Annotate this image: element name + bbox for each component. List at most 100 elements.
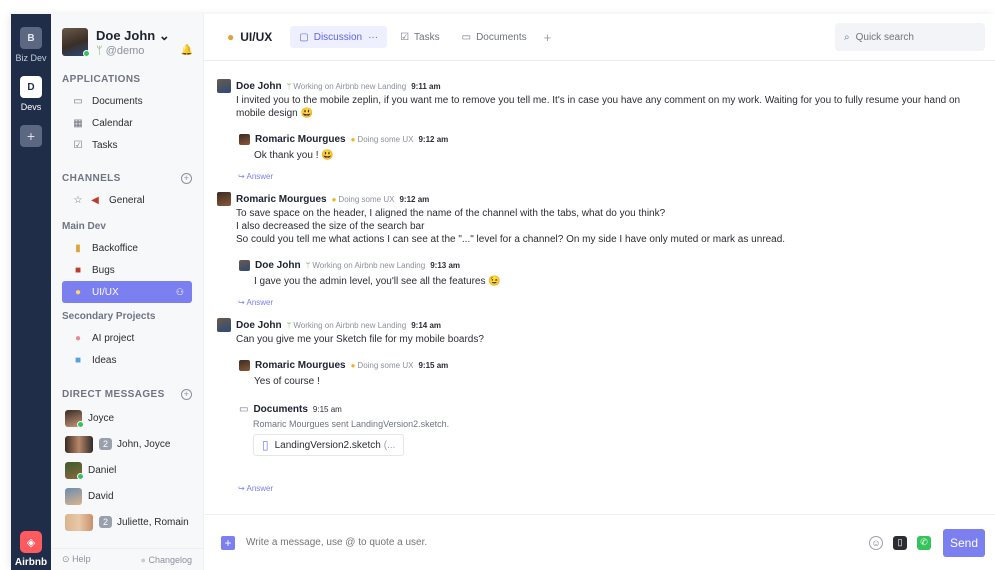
- tab-documents[interactable]: ▭ Documents: [453, 26, 536, 48]
- changelog-label: Changelog: [148, 554, 192, 565]
- help-link[interactable]: ⊙ Help: [62, 554, 91, 565]
- channel-title: ● UI/UX: [227, 30, 272, 44]
- online-status-icon: [83, 50, 90, 57]
- file-icon: ▯: [262, 438, 269, 452]
- answer-link[interactable]: ↪ Answer: [217, 172, 981, 184]
- workspace-tile[interactable]: D: [20, 76, 42, 98]
- sidebar-item-documents[interactable]: ▭ Documents: [51, 90, 203, 112]
- member-count-badge: 2: [99, 516, 113, 528]
- author-status: Doing some UX: [357, 134, 414, 144]
- workspace-tile[interactable]: B: [19, 27, 42, 49]
- send-button[interactable]: Send: [943, 528, 985, 557]
- airbnb-logo-icon[interactable]: ◈: [20, 531, 42, 553]
- message-line: I also decreased the size of the search …: [236, 221, 425, 232]
- search-input[interactable]: [855, 31, 966, 43]
- sidebar-item-calendar[interactable]: ▦ Calendar: [51, 112, 203, 134]
- sidebar-item-ideas[interactable]: ■ Ideas: [51, 349, 203, 371]
- folder-icon: ▭: [461, 31, 472, 43]
- section-title: CHANNELS: [62, 172, 121, 184]
- avatar[interactable]: [217, 192, 231, 206]
- changelog-link[interactable]: ● Changelog: [141, 555, 193, 565]
- workspace-biz-dev[interactable]: B Biz Dev: [15, 27, 47, 63]
- phone-call-icon[interactable]: ✆: [917, 535, 931, 550]
- sidebar-item-label: Bugs: [92, 264, 115, 276]
- document-icon[interactable]: ▯: [893, 535, 907, 550]
- add-attachment-button[interactable]: +: [221, 535, 235, 550]
- sidebar-item-ai-project[interactable]: ● AI project: [51, 327, 203, 349]
- workspace-airbnb[interactable]: ◈ Airbnb: [15, 531, 47, 568]
- answer-link[interactable]: ↪ Answer: [217, 298, 981, 310]
- sidebar-item-tasks[interactable]: ☑ Tasks: [51, 134, 203, 156]
- chevron-down-icon[interactable]: ⌄: [159, 28, 170, 43]
- members-icon[interactable]: ⚇: [176, 287, 184, 298]
- message: Romaric Mourgues ● Doing some UX 9:12 am …: [217, 192, 981, 310]
- answer-link[interactable]: ↪ Answer: [217, 484, 981, 496]
- avatar[interactable]: [239, 133, 250, 145]
- search-box[interactable]: ⌕: [835, 23, 985, 51]
- section-title: Main Dev: [62, 220, 106, 232]
- message-input[interactable]: [246, 537, 859, 548]
- reply-message: Doe John ᛘ Working on Airbnb new Landing …: [217, 258, 981, 288]
- dm-daniel[interactable]: Daniel: [51, 457, 203, 483]
- sidebar-item-ui-ux[interactable]: ● UI/UX ⚇: [62, 281, 192, 303]
- message: Doe John ᛘ Working on Airbnb new Landing …: [217, 318, 981, 496]
- section-main-dev: Main Dev: [51, 215, 203, 237]
- workspace-devs[interactable]: D Devs: [20, 76, 42, 112]
- add-tab-button[interactable]: +: [544, 30, 552, 45]
- tab-label: Documents: [476, 31, 527, 43]
- app-window: B Biz Dev D Devs + ◈ Airbnb Doe John ⌄ ᛘ…: [11, 14, 995, 570]
- message-time: 9:14 am: [411, 320, 441, 330]
- plant-icon: ᛘ: [286, 81, 292, 91]
- search-icon: ⌕: [844, 31, 850, 43]
- sidebar-item-bugs[interactable]: ■ Bugs: [51, 259, 203, 281]
- main-panel: ● UI/UX ▢ Discussion ··· ☑ Tasks ▭ Docum…: [204, 14, 995, 570]
- author-name[interactable]: Doe John: [236, 320, 282, 331]
- online-status-icon: [77, 420, 84, 428]
- message-text: Ok thank you ! 😃: [254, 150, 334, 161]
- avatar[interactable]: [239, 359, 250, 371]
- author-name[interactable]: Romaric Mourgues: [236, 194, 327, 205]
- more-options-icon[interactable]: ···: [368, 32, 378, 43]
- tab-discussion[interactable]: ▢ Discussion ···: [290, 26, 388, 48]
- message-text: I gave you the admin level, you'll see a…: [254, 276, 501, 287]
- add-channel-button[interactable]: +: [181, 172, 192, 184]
- emoji-icon: ●: [331, 194, 337, 204]
- message-time: 9:12 am: [418, 134, 449, 144]
- avatar[interactable]: [217, 318, 231, 332]
- dm-label: Juliette, Romain: [117, 516, 189, 528]
- chat-icon: ▢: [299, 31, 309, 43]
- bug-icon: ■: [74, 264, 82, 276]
- user-profile[interactable]: Doe John ⌄ ᛘ @demo 🔔: [51, 28, 203, 60]
- notification-bell-icon[interactable]: 🔔: [181, 45, 193, 56]
- author-name[interactable]: Romaric Mourgues: [255, 360, 346, 371]
- file-chip[interactable]: ▯ LandingVersion2.sketch (...: [253, 434, 405, 456]
- dm-david[interactable]: David: [51, 483, 203, 509]
- sidebar: Doe John ⌄ ᛘ @demo 🔔 APPLICATIONS ▭ Docu…: [51, 14, 204, 570]
- channel-header: ● UI/UX ▢ Discussion ··· ☑ Tasks ▭ Docum…: [204, 14, 995, 61]
- document-title[interactable]: Documents: [253, 404, 307, 415]
- sidebar-item-backoffice[interactable]: ▮ Backoffice: [51, 237, 203, 259]
- star-icon[interactable]: ☆: [71, 195, 85, 206]
- message-composer: + ☺ ▯ ✆ Send: [204, 514, 995, 570]
- workspace-rail: B Biz Dev D Devs + ◈ Airbnb: [11, 14, 51, 570]
- author-name[interactable]: Doe John: [255, 260, 301, 271]
- author-name[interactable]: Doe John: [236, 81, 282, 92]
- add-workspace-button[interactable]: +: [20, 125, 42, 147]
- dm-juliette-romain[interactable]: 2 Juliette, Romain: [51, 509, 203, 535]
- dm-joyce[interactable]: Joyce: [51, 405, 203, 431]
- author-name[interactable]: Romaric Mourgues: [255, 134, 346, 145]
- section-direct-messages: DIRECT MESSAGES +: [51, 383, 203, 405]
- add-dm-button[interactable]: +: [181, 388, 192, 400]
- sidebar-item-general[interactable]: ☆ ◀ General: [51, 189, 203, 211]
- calendar-icon: ▦: [73, 117, 83, 129]
- message-text: I invited you to the mobile zeplin, if y…: [236, 95, 961, 119]
- tab-tasks[interactable]: ☑ Tasks: [391, 26, 449, 48]
- avatar[interactable]: [217, 79, 231, 93]
- tab-label: Discussion: [313, 31, 363, 43]
- message-time: 9:11 am: [411, 81, 441, 91]
- avatar: [62, 28, 90, 57]
- dm-john-joyce[interactable]: 2 John, Joyce: [51, 431, 203, 457]
- avatar[interactable]: [239, 259, 250, 271]
- sidebar-item-label: General: [109, 194, 145, 206]
- emoji-picker-icon[interactable]: ☺: [869, 535, 883, 550]
